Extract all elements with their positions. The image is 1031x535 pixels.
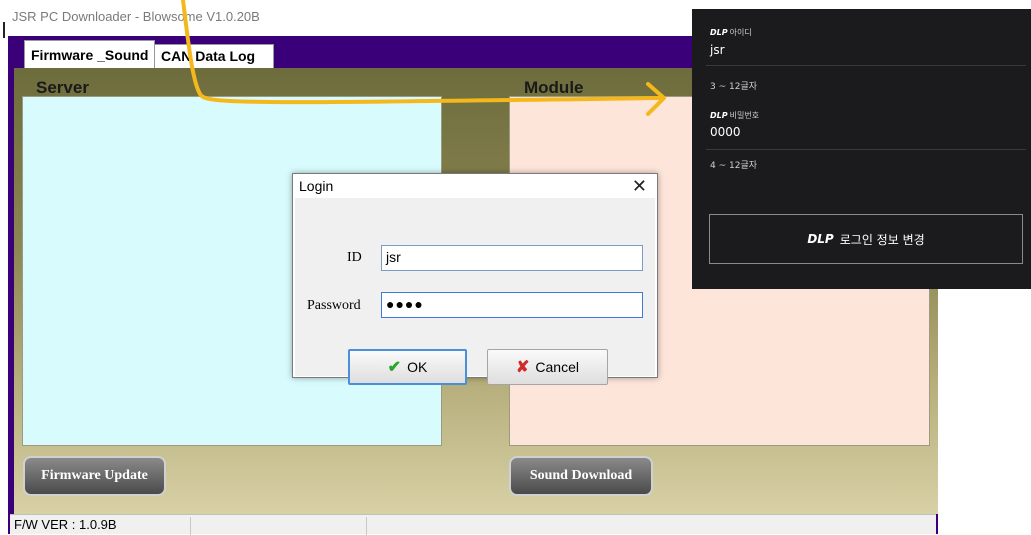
dlp-password-field-label: DLP 비밀번호 (710, 111, 760, 120)
cancel-button[interactable]: ✘ Cancel (487, 349, 608, 385)
tab-firmware-sound[interactable]: Firmware _Sound (24, 40, 156, 68)
login-dialog-body: ID jsr Password ●●●● ✔ OK ✘ Cancel (295, 198, 655, 385)
ok-button[interactable]: ✔ OK (348, 349, 467, 385)
id-label: ID (347, 250, 362, 265)
dlp-brand-logo: DLP (710, 28, 728, 37)
password-label: Password (307, 298, 361, 313)
status-bar: F/W VER : 1.0.9B (10, 514, 936, 535)
dlp-brand-logo: DLP (807, 232, 834, 246)
divider (706, 149, 1026, 150)
divider (706, 65, 1026, 66)
password-input[interactable]: ●●●● (381, 292, 643, 318)
text-cursor-mark (3, 22, 5, 38)
status-cell-empty (190, 517, 367, 535)
dlp-password-hint: 4 ~ 12글자 (710, 161, 758, 171)
dlp-id-value[interactable]: jsr (710, 43, 725, 57)
id-input[interactable]: jsr (381, 245, 643, 271)
login-dialog-title: Login (299, 178, 334, 194)
dlp-id-hint: 3 ~ 12글자 (710, 82, 758, 92)
sound-download-button[interactable]: Sound Download (509, 456, 653, 496)
window-title: JSR PC Downloader - Blowsome V1.0.20B (12, 9, 260, 24)
tab-can-data-log[interactable]: CAN Data Log (154, 44, 274, 68)
cross-icon: ✘ (516, 359, 530, 376)
firmware-update-button[interactable]: Firmware Update (23, 456, 166, 496)
dlp-login-settings-panel: DLP 아이디 jsr 3 ~ 12글자 DLP 비밀번호 0000 4 ~ 12글… (692, 9, 1031, 289)
dlp-brand-logo: DLP (710, 111, 728, 120)
close-icon[interactable]: ✕ (632, 176, 647, 197)
login-dialog: Login ✕ ID jsr Password ●●●● ✔ OK ✘ Canc… (292, 173, 658, 385)
dlp-change-login-label: 로그인 정보 변경 (839, 232, 925, 247)
dlp-password-value[interactable]: 0000 (710, 125, 741, 139)
dlp-id-field-label: DLP 아이디 (710, 28, 752, 37)
module-label: Module (524, 78, 584, 97)
status-fw-version: F/W VER : 1.0.9B (14, 517, 191, 535)
cancel-button-label: Cancel (535, 359, 579, 375)
ok-button-label: OK (407, 359, 428, 375)
checkmark-icon: ✔ (387, 359, 402, 376)
dlp-change-login-button[interactable]: DLP 로그인 정보 변경 (709, 214, 1023, 264)
server-label: Server (36, 78, 89, 97)
